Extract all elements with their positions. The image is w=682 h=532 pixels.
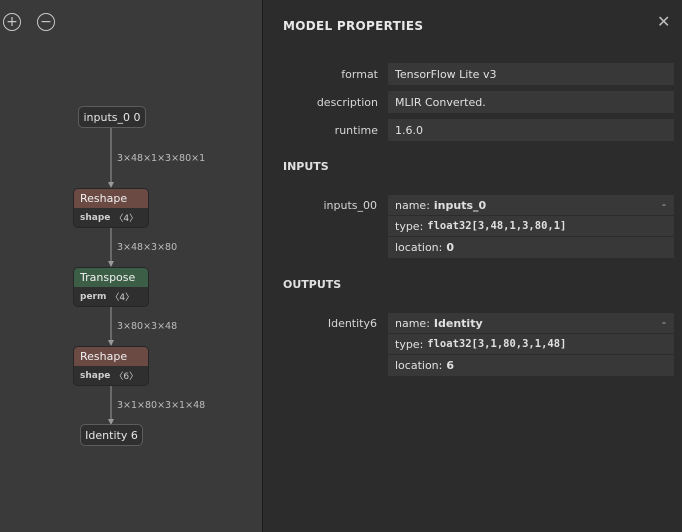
property-name: description [316, 95, 378, 109]
edge-label: 3×48×1×3×80×1 [117, 153, 206, 164]
attr-value: 〈4〉 [114, 214, 139, 224]
name-value: Identity [433, 316, 483, 330]
outputs-section-title: OUTPUTS [283, 278, 342, 291]
property-value: 1.6.0 [388, 119, 674, 141]
input-argument-name: inputs_00 [323, 198, 377, 212]
type-value: float32[3,48,1,3,80,1] [427, 220, 567, 232]
output-name-line: name: Identity - [388, 313, 674, 334]
attr-name: shape [80, 212, 111, 223]
input-node-label: inputs_0 0 [83, 110, 141, 124]
property-name: runtime [334, 123, 378, 137]
node-title: Transpose [74, 268, 148, 287]
property-row-format: format TensorFlow Lite v3 [263, 63, 682, 85]
location-key: location: [395, 359, 443, 372]
property-name: format [341, 67, 378, 81]
edge-label: 3×80×3×48 [117, 321, 178, 332]
input-name-line: name: inputs_0 - [388, 195, 674, 216]
output-node-label: Identity 6 [85, 428, 138, 442]
location-key: location: [395, 241, 443, 254]
node-title: Reshape [74, 189, 148, 208]
edge-label: 3×48×3×80 [117, 242, 178, 253]
panel-title: MODEL PROPERTIES [283, 19, 424, 33]
property-value: MLIR Converted. [388, 91, 674, 113]
attr-name: shape [80, 370, 111, 381]
input-argument-details: name: inputs_0 - type: float32[3,48,1,3,… [388, 195, 674, 258]
attr-name: perm [80, 291, 107, 302]
collapse-button[interactable]: - [662, 198, 666, 211]
close-icon[interactable]: ✕ [657, 14, 670, 30]
input-type-line: type: float32[3,48,1,3,80,1] [388, 216, 674, 237]
type-key: type: [395, 337, 424, 351]
type-key: type: [395, 219, 424, 233]
name-key: name: [395, 316, 430, 330]
node-attribute: shape 〈4〉 [74, 208, 148, 227]
transpose-node[interactable]: Transpose perm 〈4〉 [73, 267, 149, 307]
reshape-node[interactable]: Reshape shape 〈6〉 [73, 346, 149, 386]
edge-label: 3×1×80×3×1×48 [117, 400, 206, 411]
inputs-section-title: INPUTS [283, 160, 329, 173]
input-location-line: location: 0 [388, 237, 674, 258]
name-value: inputs_0 [433, 198, 487, 212]
attr-value: 〈4〉 [110, 293, 135, 303]
output-location-line: location: 6 [388, 355, 674, 376]
name-key: name: [395, 198, 430, 212]
attr-value: 〈6〉 [114, 372, 139, 382]
node-attribute: perm 〈4〉 [74, 287, 148, 306]
graph-edges [108, 128, 114, 425]
location-value: 0 [446, 241, 455, 254]
graph-canvas[interactable]: + − inputs_0 0 3×48×1×3×80×1 Reshape sha… [0, 0, 262, 532]
model-properties-panel: MODEL PROPERTIES ✕ format TensorFlow Lit… [262, 0, 682, 532]
output-argument-details: name: Identity - type: float32[3,1,80,3,… [388, 313, 674, 376]
location-value: 6 [446, 359, 455, 372]
output-type-line: type: float32[3,1,80,3,1,48] [388, 334, 674, 355]
node-attribute: shape 〈6〉 [74, 366, 148, 385]
type-value: float32[3,1,80,3,1,48] [427, 338, 567, 350]
node-title: Reshape [74, 347, 148, 366]
output-argument-name: Identity6 [327, 316, 377, 330]
output-node[interactable]: Identity 6 [80, 424, 143, 446]
property-row-runtime: runtime 1.6.0 [263, 119, 682, 141]
reshape-node[interactable]: Reshape shape 〈4〉 [73, 188, 149, 228]
property-row-description: description MLIR Converted. [263, 91, 682, 113]
collapse-button[interactable]: - [662, 316, 666, 329]
input-node[interactable]: inputs_0 0 [78, 106, 146, 128]
property-value: TensorFlow Lite v3 [388, 63, 674, 85]
